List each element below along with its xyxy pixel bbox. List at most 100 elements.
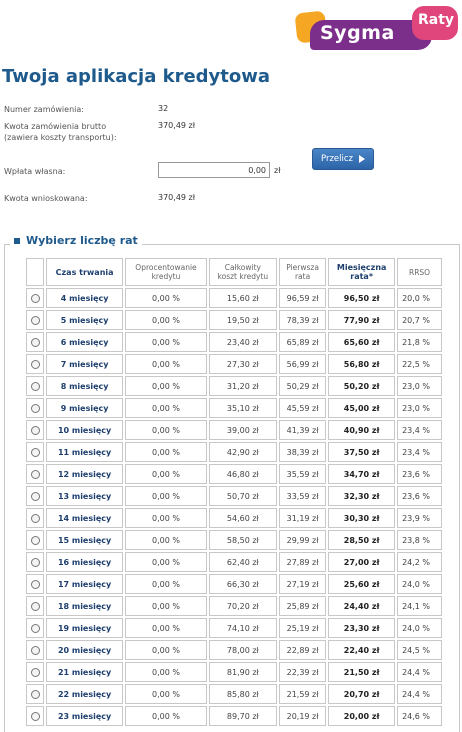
- header-rrso: RRSO: [397, 258, 442, 286]
- radio-cell[interactable]: [26, 332, 44, 352]
- radio-cell[interactable]: [26, 486, 44, 506]
- interest-cell: 0,00 %: [125, 574, 207, 594]
- installment-radio[interactable]: [30, 535, 40, 545]
- installment-radio[interactable]: [30, 337, 40, 347]
- header-duration: Czas trwania: [46, 258, 124, 286]
- installment-radio[interactable]: [30, 447, 40, 457]
- installment-radio[interactable]: [30, 513, 40, 523]
- duration-cell: 17 miesięcy: [46, 574, 124, 594]
- monthly-installment-cell: 50,20 zł: [328, 376, 396, 396]
- table-row[interactable]: 10 miesięcy 0,00 % 39,00 zł 41,39 zł 40,90 z…: [26, 420, 442, 440]
- radio-cell[interactable]: [26, 596, 44, 616]
- installment-radio[interactable]: [30, 403, 40, 413]
- monthly-installment-cell: 30,30 zł: [328, 508, 396, 528]
- radio-cell[interactable]: [26, 508, 44, 528]
- header-total-cost-line2: koszt kredytu: [217, 272, 269, 281]
- table-row[interactable]: 4 miesięcy 0,00 % 15,60 zł 96,59 zł 96,50 zł…: [26, 288, 442, 308]
- header-first-line1: Pierwsza: [286, 263, 319, 272]
- first-installment-cell: 25,19 zł: [278, 618, 327, 638]
- table-row[interactable]: 15 miesięcy 0,00 % 58,50 zł 29,99 zł 28,50 z…: [26, 530, 442, 550]
- installment-radio[interactable]: [30, 381, 40, 391]
- interest-cell: 0,00 %: [125, 596, 207, 616]
- table-row[interactable]: 7 miesięcy 0,00 % 27,30 zł 56,99 zł 56,80 zł…: [26, 354, 442, 374]
- duration-cell: 10 miesięcy: [46, 420, 124, 440]
- total-cost-cell: 50,70 zł: [208, 486, 277, 506]
- interest-cell: 0,00 %: [125, 662, 207, 682]
- installment-radio[interactable]: [30, 557, 40, 567]
- monthly-installment-cell: 34,70 zł: [328, 464, 396, 484]
- radio-cell[interactable]: [26, 574, 44, 594]
- header-first-line2: rata: [294, 272, 311, 281]
- table-row[interactable]: 11 miesięcy 0,00 % 42,90 zł 38,39 zł 37,50 z…: [26, 442, 442, 462]
- installment-radio[interactable]: [30, 667, 40, 677]
- order-amount-value: 370,49 zł: [158, 121, 196, 130]
- radio-cell[interactable]: [26, 442, 44, 462]
- monthly-installment-cell: 20,70 zł: [328, 684, 396, 704]
- rrso-cell: 20,7 %: [397, 310, 442, 330]
- radio-cell[interactable]: [26, 530, 44, 550]
- table-row[interactable]: 19 miesięcy 0,00 % 74,10 zł 25,19 zł 23,30 z…: [26, 618, 442, 638]
- table-row[interactable]: 21 miesięcy 0,00 % 81,90 zł 22,39 zł 21,50 z…: [26, 662, 442, 682]
- first-installment-cell: 56,99 zł: [278, 354, 327, 374]
- table-row[interactable]: 23 miesięcy 0,00 % 89,70 zł 20,19 zł 20,00 z…: [26, 706, 442, 726]
- radio-cell[interactable]: [26, 464, 44, 484]
- table-row[interactable]: 18 miesięcy 0,00 % 70,20 zł 25,89 zł 24,40 z…: [26, 596, 442, 616]
- installment-radio[interactable]: [30, 711, 40, 721]
- radio-cell[interactable]: [26, 706, 44, 726]
- radio-cell[interactable]: [26, 354, 44, 374]
- installment-radio[interactable]: [30, 579, 40, 589]
- monthly-installment-cell: 37,50 zł: [328, 442, 396, 462]
- logo-brand-text: Sygma: [320, 22, 395, 44]
- radio-cell[interactable]: [26, 662, 44, 682]
- table-row[interactable]: 8 miesięcy 0,00 % 31,20 zł 50,29 zł 50,20 zł…: [26, 376, 442, 396]
- table-row[interactable]: 13 miesięcy 0,00 % 50,70 zł 33,59 zł 32,30 z…: [26, 486, 442, 506]
- sygma-raty-logo: Sygma Raty: [294, 4, 460, 54]
- interest-cell: 0,00 %: [125, 464, 207, 484]
- table-row[interactable]: 9 miesięcy 0,00 % 35,10 zł 45,59 zł 45,00 zł…: [26, 398, 442, 418]
- installment-radio[interactable]: [30, 645, 40, 655]
- interest-cell: 0,00 %: [125, 288, 207, 308]
- radio-cell[interactable]: [26, 684, 44, 704]
- table-row[interactable]: 6 miesięcy 0,00 % 23,40 zł 65,89 zł 65,60 zł…: [26, 332, 442, 352]
- installment-radio[interactable]: [30, 293, 40, 303]
- table-header-row: Czas trwania Oprocentowanie kredytu Całk…: [26, 258, 442, 286]
- installment-radio[interactable]: [30, 623, 40, 633]
- duration-cell: 20 miesięcy: [46, 640, 124, 660]
- recalculate-button[interactable]: Przelicz: [312, 148, 374, 170]
- monthly-installment-cell: 24,40 zł: [328, 596, 396, 616]
- rrso-cell: 24,5 %: [397, 640, 442, 660]
- table-row[interactable]: 17 miesięcy 0,00 % 66,30 zł 27,19 zł 25,60 z…: [26, 574, 442, 594]
- installment-radio[interactable]: [30, 359, 40, 369]
- first-installment-cell: 45,59 zł: [278, 398, 327, 418]
- radio-cell[interactable]: [26, 640, 44, 660]
- radio-cell[interactable]: [26, 398, 44, 418]
- table-row[interactable]: 16 miesięcy 0,00 % 62,40 zł 27,89 zł 27,00 z…: [26, 552, 442, 572]
- installment-radio[interactable]: [30, 491, 40, 501]
- installment-radio[interactable]: [30, 315, 40, 325]
- installment-radio[interactable]: [30, 689, 40, 699]
- installment-radio[interactable]: [30, 469, 40, 479]
- order-amount-label-line1: Kwota zamówienia brutto: [4, 122, 107, 131]
- radio-cell[interactable]: [26, 310, 44, 330]
- table-row[interactable]: 5 miesięcy 0,00 % 19,50 zł 78,39 zł 77,90 zł…: [26, 310, 442, 330]
- radio-cell[interactable]: [26, 420, 44, 440]
- radio-cell[interactable]: [26, 552, 44, 572]
- table-row[interactable]: 20 miesięcy 0,00 % 78,00 zł 22,89 zł 22,40 z…: [26, 640, 442, 660]
- header-interest-line1: Oprocentowanie: [135, 263, 197, 272]
- radio-cell[interactable]: [26, 376, 44, 396]
- table-row[interactable]: 12 miesięcy 0,00 % 46,80 zł 35,59 zł 34,70 z…: [26, 464, 442, 484]
- table-row[interactable]: 14 miesięcy 0,00 % 54,60 zł 31,19 zł 30,30 z…: [26, 508, 442, 528]
- total-cost-cell: 19,50 zł: [208, 310, 277, 330]
- first-installment-cell: 27,19 zł: [278, 574, 327, 594]
- monthly-installment-cell: 22,40 zł: [328, 640, 396, 660]
- radio-cell[interactable]: [26, 288, 44, 308]
- total-cost-cell: 58,50 zł: [208, 530, 277, 550]
- duration-cell: 22 miesięcy: [46, 684, 124, 704]
- installment-radio[interactable]: [30, 601, 40, 611]
- total-cost-cell: 35,10 zł: [208, 398, 277, 418]
- deposit-input[interactable]: [158, 162, 270, 178]
- table-row[interactable]: 22 miesięcy 0,00 % 85,80 zł 21,59 zł 20,70 z…: [26, 684, 442, 704]
- installment-radio[interactable]: [30, 425, 40, 435]
- radio-cell[interactable]: [26, 618, 44, 638]
- first-installment-cell: 20,19 zł: [278, 706, 327, 726]
